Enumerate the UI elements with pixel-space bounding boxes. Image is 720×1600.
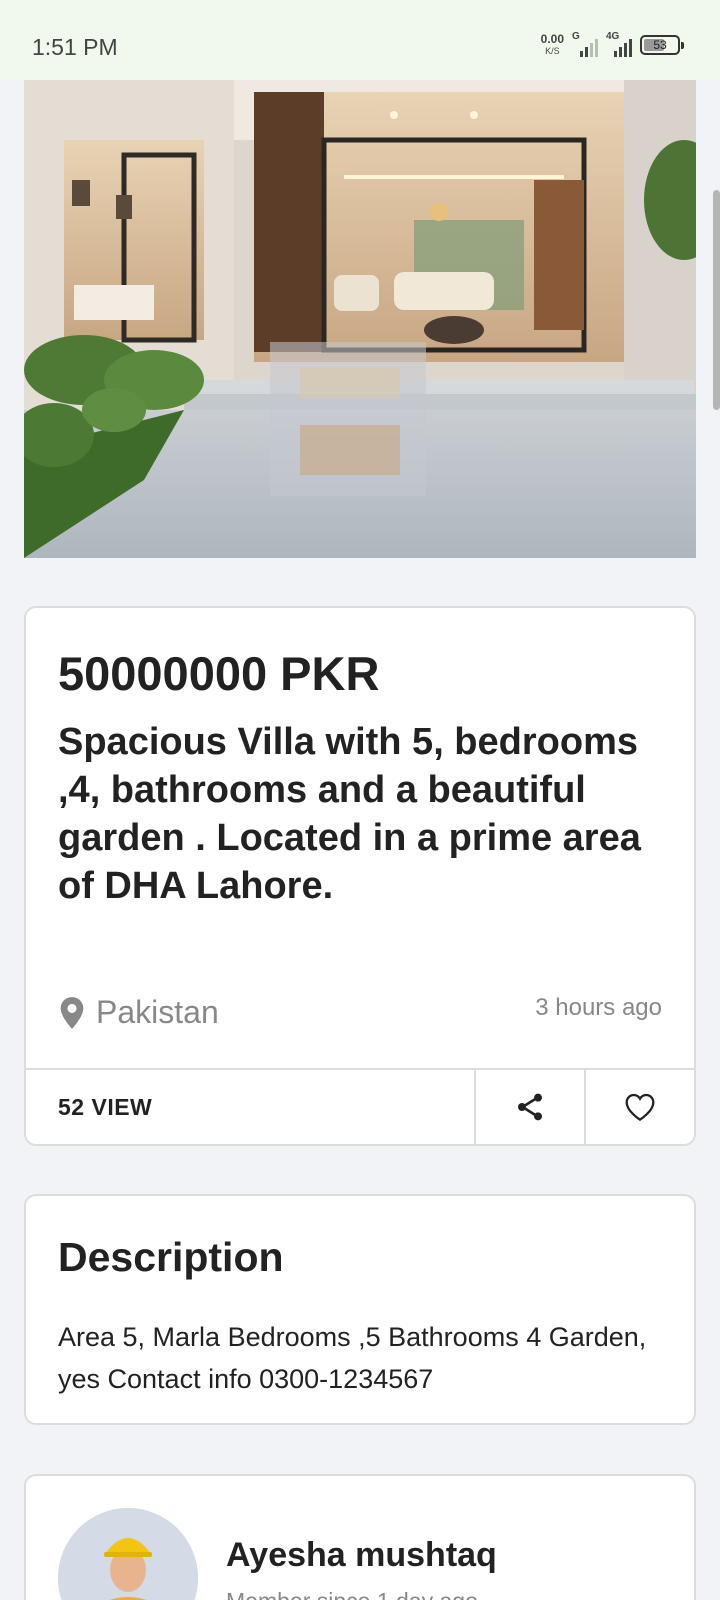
network-speed-value: 0.00: [540, 32, 564, 46]
seller-name: Ayesha mushtaq: [226, 1536, 497, 1574]
listing-location: Pakistan: [58, 994, 219, 1031]
network-speed-unit: K/S: [545, 46, 560, 56]
listing-price: 50000000 PKR: [58, 647, 380, 700]
map-pin-icon: [60, 996, 84, 1029]
seller-avatar[interactable]: [58, 1508, 198, 1600]
listing-title: Spacious Villa with 5, bedrooms ,4, bath…: [58, 721, 641, 907]
favorite-button[interactable]: [584, 1070, 694, 1144]
seller-member-since: Member since 1 day ago: [226, 1588, 478, 1600]
description-text: Area 5, Marla Bedrooms ,5 Bathrooms 4 Ga…: [58, 1322, 647, 1394]
scrollbar-thumb[interactable]: [713, 190, 720, 410]
share-icon: [518, 1093, 542, 1121]
status-time: 1:51 PM: [32, 34, 118, 60]
status-bar: 1:51 PM 0.00 K/S G 4G 53: [0, 0, 720, 80]
listing-actions: 52 VIEW: [26, 1068, 694, 1144]
network-speed: 0.00 K/S: [541, 33, 564, 57]
listing-summary-card: 50000000 PKR Spacious Villa with 5, bedr…: [24, 606, 696, 1146]
battery-level: 53: [653, 38, 667, 52]
heart-icon: [625, 1093, 655, 1122]
listing-photo[interactable]: [24, 80, 696, 558]
signal-icon: G: [572, 31, 598, 57]
seller-card[interactable]: Ayesha mushtaq Member since 1 day ago: [24, 1474, 696, 1600]
description-heading: Description: [58, 1234, 284, 1280]
status-icons: 0.00 K/S G 4G 53: [541, 30, 684, 60]
location-label: Pakistan: [96, 994, 219, 1030]
posted-time: 3 hours ago: [535, 994, 662, 1021]
avatar-image: [58, 1508, 198, 1600]
battery-icon: 53: [640, 35, 684, 55]
description-card: Description Area 5, Marla Bedrooms ,5 Ba…: [24, 1194, 696, 1425]
signal-label: G: [572, 31, 580, 42]
share-button[interactable]: [474, 1070, 584, 1144]
villa-photo-illustration: [24, 80, 696, 558]
view-count: 52 VIEW: [58, 1093, 153, 1120]
signal-4g-icon: 4G: [606, 31, 632, 57]
